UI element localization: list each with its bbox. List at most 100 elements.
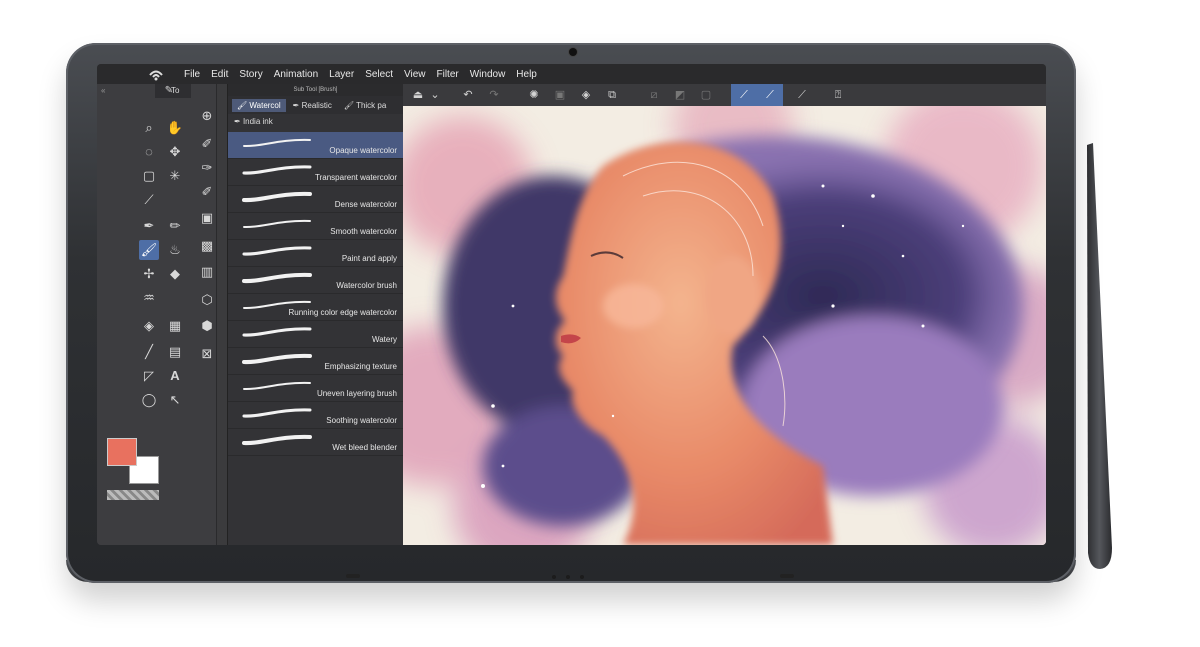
brush-stroke-preview bbox=[242, 353, 312, 365]
airbrush-icon[interactable]: ✢ bbox=[139, 264, 159, 284]
brush-stroke-preview bbox=[243, 219, 311, 229]
brush-label: Opaque watercolor bbox=[329, 146, 397, 155]
lasso-icon[interactable]: ◌ bbox=[139, 142, 159, 162]
app-logo-icon[interactable] bbox=[147, 66, 165, 82]
text-icon[interactable]: A bbox=[165, 366, 185, 386]
menu-select[interactable]: Select bbox=[365, 69, 393, 80]
brush-list-item[interactable]: Transparent watercolor bbox=[228, 159, 403, 186]
menu-layer[interactable]: Layer bbox=[329, 69, 354, 80]
front-camera bbox=[569, 48, 577, 56]
menu-animation[interactable]: Animation bbox=[274, 69, 318, 80]
brush-label: Soothing watercolor bbox=[326, 416, 397, 425]
clear-icon[interactable]: ▣ bbox=[547, 84, 573, 106]
snap-special-icon[interactable]: ⟋ bbox=[757, 84, 783, 106]
sub-tool-panel: Sub Tool [Brush] 🖌 Watercol ✒ Realistic … bbox=[227, 84, 403, 545]
brush-list-item[interactable]: Watery bbox=[228, 321, 403, 348]
speaker-grille bbox=[780, 574, 794, 578]
crop-icon[interactable]: ▢ bbox=[693, 84, 719, 106]
brush-list: Opaque watercolor Transparent watercolor D… bbox=[228, 132, 403, 456]
frame-icon[interactable]: ▤ bbox=[165, 342, 185, 362]
subtool-icon-2[interactable]: ✑ bbox=[197, 158, 217, 178]
brush-label: Paint and apply bbox=[341, 254, 397, 263]
brush-list-item[interactable]: Uneven layering brush bbox=[228, 375, 403, 402]
menu-window[interactable]: Window bbox=[470, 69, 506, 80]
menu-filter[interactable]: Filter bbox=[436, 69, 458, 80]
select-rect-icon[interactable]: ▢ bbox=[139, 166, 159, 186]
tab-watercolor[interactable]: 🖌 Watercol bbox=[232, 98, 286, 112]
tab-realistic[interactable]: ✒ Realistic bbox=[288, 99, 337, 112]
pen-icon[interactable]: ✒ bbox=[139, 216, 159, 236]
menu-edit[interactable]: Edit bbox=[211, 69, 228, 80]
menu-file[interactable]: File bbox=[184, 69, 200, 80]
eyedropper-icon[interactable]: ⟋ bbox=[139, 190, 159, 210]
pointer-icon[interactable]: ⊕ bbox=[197, 106, 217, 126]
zoom-icon[interactable]: ⌕ bbox=[139, 118, 159, 138]
menu-story[interactable]: Story bbox=[239, 69, 262, 80]
brush-list-item[interactable]: Opaque watercolor bbox=[228, 132, 403, 159]
main-color-swatch[interactable] bbox=[107, 438, 137, 466]
tab-thick-paint[interactable]: 🖌 Thick pa bbox=[339, 99, 391, 112]
correct-line-icon[interactable]: ↖ bbox=[165, 390, 185, 410]
sub-tool-title: Sub Tool [Brush] bbox=[228, 84, 403, 96]
brush-icon[interactable]: 🖌 bbox=[139, 240, 159, 260]
brush-stroke-preview bbox=[243, 381, 311, 391]
brush-list-item[interactable]: Wet bleed blender bbox=[228, 429, 403, 456]
canvas-toolbar: ⏏ ⌄ ↶ ↷ ✺ ▣ ◈ ⧉ ⧄ ◩ ▢ ⟋ ⟋ ⟋ ⍰ bbox=[403, 84, 1046, 106]
gradient-icon[interactable]: ▦ bbox=[165, 316, 185, 336]
subtool-icon-3[interactable]: ✐ bbox=[197, 182, 217, 202]
subtool-icon-9[interactable]: ⊠ bbox=[197, 344, 217, 364]
fill-icon[interactable]: ◈ bbox=[573, 84, 599, 106]
chevron-down-icon[interactable]: ⌄ bbox=[427, 84, 443, 106]
ink-icon[interactable]: ♨ bbox=[165, 240, 185, 260]
transparent-color-swatch[interactable] bbox=[107, 490, 159, 500]
loading-icon[interactable]: ✺ bbox=[521, 84, 547, 106]
brush-list-item[interactable]: Emphasizing texture bbox=[228, 348, 403, 375]
drawing-canvas[interactable] bbox=[403, 106, 1046, 545]
transform-icon[interactable]: ⧉ bbox=[599, 84, 625, 106]
figure-icon[interactable]: ◸ bbox=[139, 366, 159, 386]
brush-list-item[interactable]: Paint and apply bbox=[228, 240, 403, 267]
snap-ruler-icon[interactable]: ⟋ bbox=[731, 84, 757, 106]
hand-icon[interactable]: ✋ bbox=[165, 118, 185, 138]
subtool-icon-6[interactable]: ▥ bbox=[197, 262, 217, 282]
subtool-icon-4[interactable]: ▣ bbox=[197, 208, 217, 228]
fill-icon[interactable]: ◈ bbox=[139, 316, 159, 336]
brush-list-item[interactable]: Running color edge watercolor bbox=[228, 294, 403, 321]
invert-icon[interactable]: ◩ bbox=[667, 84, 693, 106]
tab-label: Realistic bbox=[301, 100, 332, 110]
line-icon[interactable]: ╱ bbox=[139, 342, 159, 362]
menu-icon[interactable]: ⏏ bbox=[409, 84, 427, 106]
undo-icon[interactable]: ↶ bbox=[455, 84, 481, 106]
sparkle-icon[interactable]: ✳ bbox=[165, 166, 185, 186]
brush-list-item[interactable]: Watercolor brush bbox=[228, 267, 403, 294]
collapse-icon[interactable]: « bbox=[101, 86, 105, 95]
subtool-icon-1[interactable]: ✐ bbox=[197, 134, 217, 154]
pencil-icon[interactable]: ✏ bbox=[165, 216, 185, 236]
brush-stroke-preview bbox=[242, 191, 312, 203]
tab-india-ink[interactable]: ✒ India ink bbox=[228, 114, 403, 130]
menu-help[interactable]: Help bbox=[516, 69, 537, 80]
blend-icon[interactable]: ♒ bbox=[139, 288, 159, 308]
brush-stroke-preview bbox=[242, 327, 312, 337]
subtool-icon-8[interactable]: ⬢ bbox=[197, 316, 217, 336]
menu-view[interactable]: View bbox=[404, 69, 426, 80]
brush-label: Wet bleed blender bbox=[332, 443, 397, 452]
brush-label: Transparent watercolor bbox=[315, 173, 397, 182]
tab-label: India ink bbox=[242, 117, 273, 126]
brush-list-item[interactable]: Soothing watercolor bbox=[228, 402, 403, 429]
connector-pins bbox=[548, 574, 588, 579]
deselect-icon[interactable]: ⧄ bbox=[641, 84, 667, 106]
brush-label: Smooth watercolor bbox=[330, 227, 397, 236]
balloon-icon[interactable]: ◯ bbox=[139, 390, 159, 410]
move-icon[interactable]: ✥ bbox=[165, 142, 185, 162]
brush-label: Running color edge watercolor bbox=[288, 308, 397, 317]
eraser-icon[interactable]: ◆ bbox=[165, 264, 185, 284]
subtool-icon-7[interactable]: ⬡ bbox=[197, 290, 217, 310]
product-photo: File Edit Story Animation Layer Select V… bbox=[0, 0, 1200, 647]
subtool-icon-5[interactable]: ▩ bbox=[197, 236, 217, 256]
brush-list-item[interactable]: Dense watercolor bbox=[228, 186, 403, 213]
brush-list-item[interactable]: Smooth watercolor bbox=[228, 213, 403, 240]
redo-icon[interactable]: ↷ bbox=[481, 84, 507, 106]
snap-grid-icon[interactable]: ⟋ bbox=[789, 84, 815, 106]
help-icon[interactable]: ⍰ bbox=[825, 84, 851, 106]
